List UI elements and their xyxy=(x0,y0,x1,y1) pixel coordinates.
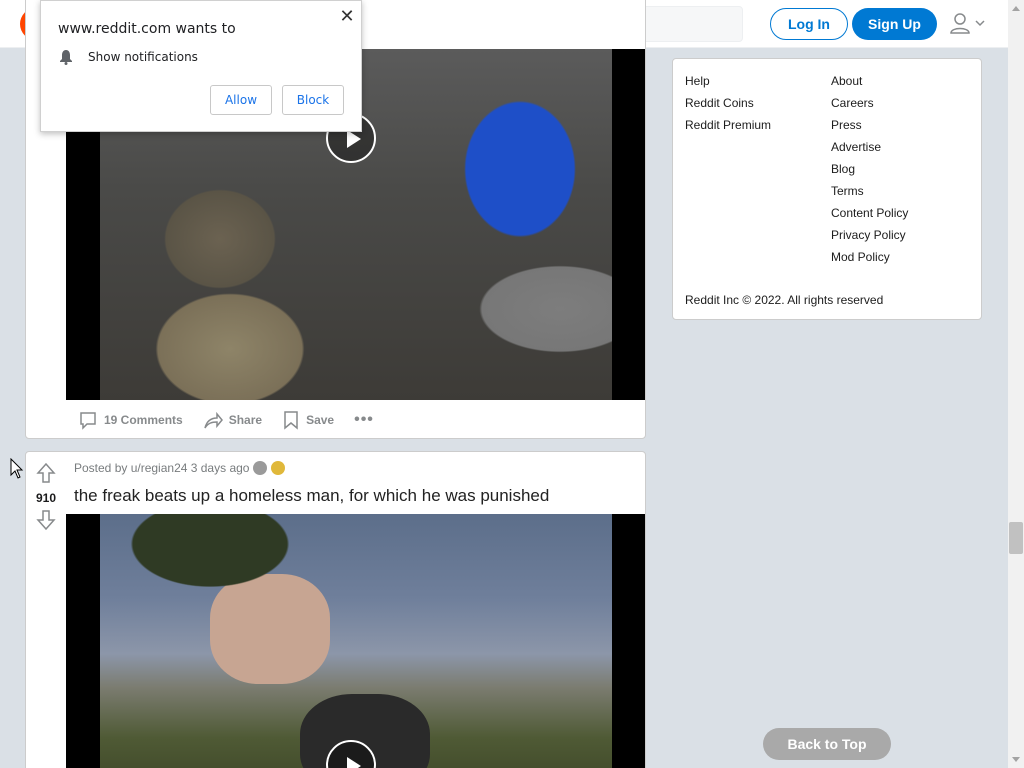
footer-links-left: Help Reddit Coins Reddit Premium xyxy=(685,73,771,139)
footer-links-right: About Careers Press Advertise Blog Terms… xyxy=(831,73,908,271)
footer-link[interactable]: Mod Policy xyxy=(831,249,908,271)
page-scrollbar[interactable] xyxy=(1008,0,1024,768)
footer-link[interactable]: Reddit Premium xyxy=(685,117,771,139)
popup-title: www.reddit.com wants to xyxy=(58,21,236,37)
footer-link[interactable]: About xyxy=(831,73,908,95)
scroll-down-arrow-icon[interactable] xyxy=(1012,757,1020,762)
footer-link[interactable]: Blog xyxy=(831,161,908,183)
footer-links-card: Help Reddit Coins Reddit Premium About C… xyxy=(672,58,982,320)
notification-permission-popup: www.reddit.com wants to ✕ Show notificat… xyxy=(40,0,362,132)
share-button[interactable]: Share xyxy=(203,410,262,430)
post-meta-text[interactable]: Posted by u/regian24 3 days ago xyxy=(74,461,249,475)
login-button[interactable]: Log In xyxy=(770,8,848,40)
post-card[interactable]: 910 Posted by u/regian24 3 days ago the … xyxy=(25,451,646,768)
more-options-icon[interactable]: ••• xyxy=(354,411,374,429)
close-icon[interactable]: ✕ xyxy=(338,6,356,27)
vote-count: 910 xyxy=(35,491,57,505)
vote-column: 910 xyxy=(34,462,58,534)
allow-button[interactable]: Allow xyxy=(210,85,272,115)
permission-text: Show notifications xyxy=(88,50,198,64)
block-button[interactable]: Block xyxy=(282,85,344,115)
save-label: Save xyxy=(306,413,335,427)
signup-button[interactable]: Sign Up xyxy=(852,8,937,40)
share-icon xyxy=(203,411,223,429)
footer-link[interactable]: Content Policy xyxy=(831,205,908,227)
video-foliage xyxy=(100,514,320,604)
user-menu-button[interactable] xyxy=(948,12,990,36)
award-icon xyxy=(253,461,268,475)
mouse-cursor-icon xyxy=(10,458,24,479)
user-icon xyxy=(950,13,985,34)
footer-link[interactable]: Press xyxy=(831,117,908,139)
bookmark-icon xyxy=(284,411,298,430)
post-meta: Posted by u/regian24 3 days ago xyxy=(74,461,286,475)
video-frame xyxy=(100,514,612,768)
comments-button[interactable]: 19 Comments xyxy=(78,410,183,430)
comment-icon xyxy=(80,412,96,430)
award-icon xyxy=(271,461,286,475)
back-to-top-button[interactable]: Back to Top xyxy=(763,728,891,760)
bell-icon xyxy=(60,50,72,65)
downvote-icon[interactable] xyxy=(36,509,56,531)
comments-label: 19 Comments xyxy=(104,413,183,427)
footer-link[interactable]: Terms xyxy=(831,183,908,205)
copyright-text: Reddit Inc © 2022. All rights reserved xyxy=(685,293,884,307)
footer-link[interactable]: Advertise xyxy=(831,139,908,161)
share-label: Share xyxy=(228,413,263,427)
post-title[interactable]: the freak beats up a homeless man, for w… xyxy=(74,486,549,506)
footer-link[interactable]: Help xyxy=(685,73,771,95)
video-player[interactable] xyxy=(66,514,645,768)
scrollbar-thumb[interactable] xyxy=(1009,522,1023,554)
scroll-up-arrow-icon[interactable] xyxy=(1012,6,1020,11)
footer-link[interactable]: Reddit Coins xyxy=(685,95,771,117)
upvote-icon[interactable] xyxy=(36,462,56,484)
footer-link[interactable]: Privacy Policy xyxy=(831,227,908,249)
chevron-down-icon xyxy=(975,20,985,27)
footer-link[interactable]: Careers xyxy=(831,95,908,117)
save-button[interactable]: Save xyxy=(282,410,334,430)
post-actions: 19 Comments Share Save ••• xyxy=(78,407,374,433)
